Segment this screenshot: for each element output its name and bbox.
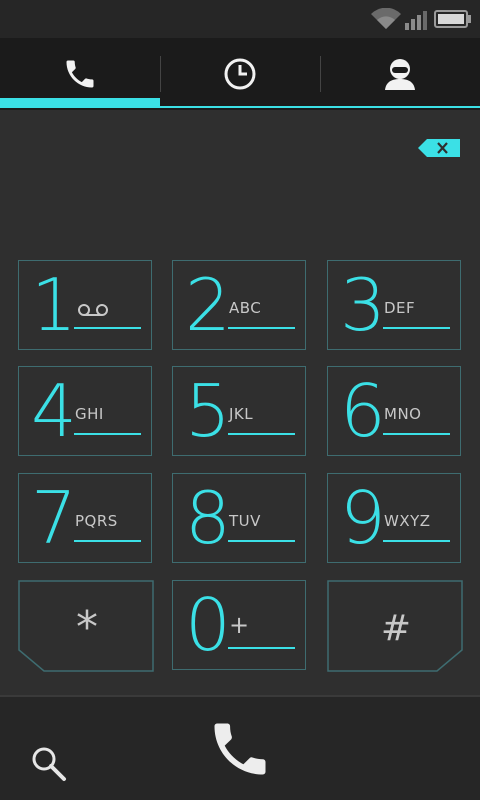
dial-key-8[interactable]: 8 TUV — [172, 473, 306, 563]
key-digit: 6 — [340, 369, 386, 453]
dial-key-6[interactable]: 6 MNO — [327, 366, 461, 456]
dial-key-0[interactable]: 0 + — [172, 580, 306, 670]
dial-key-star[interactable]: * — [18, 580, 154, 672]
key-underline — [74, 327, 141, 329]
tab-contacts[interactable] — [320, 38, 480, 110]
key-letters: GHI — [75, 405, 104, 423]
wifi-icon — [371, 8, 401, 29]
key-underline — [74, 433, 141, 435]
key-underline — [383, 433, 450, 435]
dial-key-pound[interactable]: # — [327, 580, 463, 672]
key-digit: 9 — [340, 476, 386, 560]
key-digit: 4 — [31, 369, 77, 453]
phone-icon — [66, 60, 94, 88]
key-underline — [228, 647, 295, 649]
tab-underline — [0, 106, 480, 108]
tab-call-log[interactable] — [160, 38, 320, 110]
key-letters: PQRS — [75, 512, 118, 530]
signal-icon — [405, 11, 427, 30]
key-letters: MNO — [384, 405, 422, 423]
bottom-action-bar — [0, 695, 480, 800]
backspace-icon[interactable] — [418, 139, 460, 157]
key-letters: JKL — [229, 405, 254, 423]
call-icon[interactable] — [206, 715, 274, 783]
key-digit: 5 — [185, 369, 231, 453]
dialer-screen: 1 2 ABC 3 DEF 4 GHI 5 JKL 6 MNO 7 PQRS 8… — [0, 0, 480, 800]
key-underline — [228, 433, 295, 435]
dial-key-3[interactable]: 3 DEF — [327, 260, 461, 350]
key-letters: ABC — [229, 299, 262, 317]
key-digit: 8 — [185, 476, 231, 560]
key-underline — [383, 540, 450, 542]
dial-key-9[interactable]: 9 WXYZ — [327, 473, 461, 563]
battery-icon — [434, 10, 471, 28]
search-icon[interactable] — [30, 745, 68, 783]
dial-key-2[interactable]: 2 ABC — [172, 260, 306, 350]
key-symbol: * — [76, 602, 98, 653]
key-digit: 2 — [185, 263, 231, 347]
voicemail-icon — [78, 304, 108, 316]
key-digit: 0 — [185, 583, 231, 667]
key-underline — [383, 327, 450, 329]
key-underline — [74, 540, 141, 542]
dial-key-4[interactable]: 4 GHI — [18, 366, 152, 456]
key-symbol: # — [381, 608, 411, 649]
dial-key-7[interactable]: 7 PQRS — [18, 473, 152, 563]
key-letters: DEF — [384, 299, 416, 317]
key-letters: WXYZ — [384, 512, 431, 530]
key-digit: 3 — [340, 263, 386, 347]
key-letters: TUV — [229, 512, 261, 530]
status-bar — [0, 0, 480, 38]
key-letters: + — [229, 611, 250, 639]
key-underline — [228, 327, 295, 329]
key-digit: 7 — [31, 476, 77, 560]
person-icon — [385, 59, 415, 90]
dial-key-5[interactable]: 5 JKL — [172, 366, 306, 456]
key-underline — [228, 540, 295, 542]
digits-input[interactable] — [20, 130, 400, 166]
dial-key-1[interactable]: 1 — [18, 260, 152, 350]
key-digit: 1 — [31, 263, 77, 347]
clock-icon — [224, 58, 256, 90]
